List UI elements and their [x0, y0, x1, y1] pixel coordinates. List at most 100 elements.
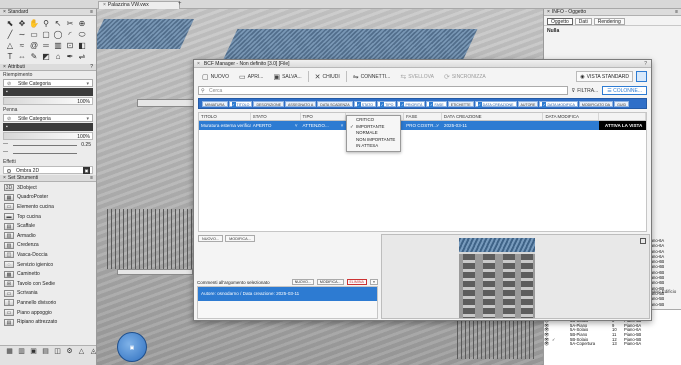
- tab-rendering[interactable]: Rendering: [593, 18, 625, 25]
- col-header-status[interactable]: STATO: [251, 113, 301, 120]
- circle-tool-icon[interactable]: ◯: [52, 29, 64, 40]
- set-tool-item[interactable]: ▤ Scaffale: [2, 221, 94, 231]
- toolbar-button-connetti[interactable]: ⇋ CONNETTI...: [349, 71, 395, 82]
- col-header-phase[interactable]: FASE: [404, 113, 442, 120]
- set-tool-item[interactable]: ▥ Armadio: [2, 231, 94, 241]
- toolbar-button-svellova[interactable]: ⇆ SVELLOVA: [396, 71, 438, 82]
- column-toggle[interactable]: DATA CREAZIONE: [474, 100, 517, 107]
- text-tool-icon[interactable]: T: [4, 51, 16, 62]
- cell-title[interactable]: Muratura esterna verifica: [199, 121, 251, 130]
- set-tool-item[interactable]: ◌ Servizio igienico: [2, 260, 94, 270]
- toolbar-button-nuovo[interactable]: ▢ NUOVO: [198, 71, 233, 82]
- zoom-tool-icon[interactable]: ⚲: [40, 18, 52, 29]
- toolbar-button-chiudi[interactable]: ✕ CHIUDI: [311, 71, 344, 82]
- view-navigation-cube[interactable]: ▣: [117, 332, 147, 362]
- priority-option[interactable]: NON IMPORTANTE: [347, 137, 400, 144]
- mirror-tool-icon[interactable]: ⇌: [76, 51, 88, 62]
- help-icon[interactable]: ?: [90, 64, 93, 71]
- cell-phase[interactable]: PRO COSTR... ˅: [404, 121, 442, 130]
- pen-style-dropdown[interactable]: ⊘ Stile Categoria ▾: [3, 114, 93, 122]
- tool-set-icon[interactable]: ▥: [16, 347, 27, 364]
- offset-tool-icon[interactable]: ⊡: [64, 40, 76, 51]
- rectangle-tool-icon[interactable]: ▭: [28, 29, 40, 40]
- column-toggle[interactable]: DESCRIZIONE: [253, 100, 284, 107]
- edit-topic-button[interactable]: MODIFICA...: [225, 235, 255, 242]
- set-tool-item[interactable]: ▯ Pannello divisorio: [2, 298, 94, 308]
- tool-set-icon[interactable]: ⚙: [64, 347, 75, 364]
- delete-comment-button[interactable]: ELIMINA: [346, 279, 367, 285]
- cell-status[interactable]: APERTO ˅: [251, 121, 301, 130]
- close-icon[interactable]: ×: [3, 9, 6, 15]
- palette-menu-icon[interactable]: ≡: [90, 175, 93, 182]
- set-tool-item[interactable]: ▬ Top cucina: [2, 212, 94, 222]
- palette-menu-icon[interactable]: ≡: [90, 9, 93, 16]
- set-tool-item[interactable]: ▭ Scrivania: [2, 289, 94, 299]
- set-tool-item[interactable]: ▤ Ripiano attrezzato: [2, 317, 94, 327]
- shadow-settings-icon[interactable]: ▣: [83, 167, 90, 174]
- column-toggle[interactable]: MODIFICATO DA: [578, 100, 614, 107]
- tab-data[interactable]: Dati: [574, 18, 592, 25]
- column-toggle[interactable]: TIPO: [377, 100, 397, 107]
- move-tool-icon[interactable]: ✥: [16, 18, 28, 29]
- visibility-eye-icon[interactable]: 👁: [544, 342, 552, 347]
- edit-comment-button[interactable]: MODIFICA...: [316, 279, 344, 285]
- symbol-tool-icon[interactable]: ⌂: [52, 51, 64, 62]
- expand-icon[interactable]: [640, 238, 646, 244]
- tool-set-icon[interactable]: ▦: [4, 347, 15, 364]
- add-tab-button[interactable]: +: [178, 1, 182, 8]
- column-toggle[interactable]: FASE: [426, 100, 447, 107]
- polygon-tool-icon[interactable]: △: [4, 40, 16, 51]
- line-type-slider[interactable]: —: [3, 149, 93, 156]
- double-line-tool-icon[interactable]: ═: [40, 40, 52, 51]
- arc-tool-icon[interactable]: ◜: [64, 29, 76, 40]
- pen-opacity-bar[interactable]: 100%: [3, 132, 93, 140]
- set-tool-item[interactable]: ▭ Piano appoggio: [2, 308, 94, 318]
- set-tool-item[interactable]: ▩ Caminetto: [2, 269, 94, 279]
- shadow-2d-option[interactable]: Ombra 2D ▣: [3, 166, 93, 174]
- fill-color-bar[interactable]: ▪: [3, 88, 93, 96]
- pencil-tool-icon[interactable]: ✎: [28, 51, 40, 62]
- set-tool-item[interactable]: ▭ Elemento cucina: [2, 202, 94, 212]
- round-rect-tool-icon[interactable]: ▢: [40, 29, 52, 40]
- column-toggle[interactable]: DATA SCADENZA: [317, 100, 353, 107]
- polyline-tool-icon[interactable]: ∼: [16, 29, 28, 40]
- view-layout-button[interactable]: [636, 71, 647, 82]
- col-header-title[interactable]: TITOLO: [199, 113, 251, 120]
- stamp-tool-icon[interactable]: ◧: [76, 40, 88, 51]
- flyover-tool-icon[interactable]: ↖: [52, 18, 64, 29]
- tool-set-icon[interactable]: ◫: [52, 347, 63, 364]
- priority-option[interactable]: IMPORTANTE: [347, 124, 400, 131]
- toolbar-button-apri[interactable]: ▭ APRI...: [235, 71, 267, 82]
- column-toggle[interactable]: PRIORITÀ: [397, 100, 426, 107]
- layer-row[interactable]: 👁 5A-Copertura 13 Piano-5A: [544, 342, 681, 347]
- set-tool-item[interactable]: ◫ Vasca-Doccia: [2, 250, 94, 260]
- priority-option[interactable]: NORMALE: [347, 130, 400, 137]
- tab-object[interactable]: Oggetto: [547, 18, 573, 25]
- shadow-radio[interactable]: [7, 169, 11, 173]
- freehand-tool-icon[interactable]: ≈: [16, 40, 28, 51]
- spiral-tool-icon[interactable]: @: [28, 40, 40, 51]
- comment-options-icon[interactable]: ≡: [369, 279, 378, 285]
- column-toggle[interactable]: GUID: [614, 100, 630, 107]
- eyedropper-tool-icon[interactable]: ✒: [64, 51, 76, 62]
- selection-tool-icon[interactable]: ⬉: [4, 18, 16, 29]
- columns-button[interactable]: ☰ COLONNE...: [602, 86, 647, 95]
- cell-type[interactable]: ATTENZIO... ˅: [301, 121, 347, 130]
- set-tool-item[interactable]: ⊞ Tavolo con Sedie: [2, 279, 94, 289]
- new-comment-button[interactable]: NUOVO...: [291, 279, 314, 285]
- pen-color-bar[interactable]: ▪: [3, 123, 93, 131]
- line-tool-icon[interactable]: ╱: [4, 29, 16, 40]
- close-icon[interactable]: ×: [3, 64, 6, 70]
- wall-tool-icon[interactable]: ▥: [52, 40, 64, 51]
- column-toggle[interactable]: ASSEGNATO A: [285, 100, 317, 107]
- fill-style-dropdown[interactable]: ⊘ Stile Categoria ▾: [3, 79, 93, 87]
- ellipse-tool-icon[interactable]: ⬭: [76, 29, 88, 40]
- col-header-type[interactable]: TIPO: [301, 113, 347, 120]
- col-header-modified[interactable]: DATA MODIFICA: [543, 113, 600, 120]
- toolbar-button-sincronizza[interactable]: ⟳ SINCRONIZZA: [440, 71, 490, 82]
- cut-tool-icon[interactable]: ✂: [64, 18, 76, 29]
- pan-tool-icon[interactable]: ✋: [28, 18, 40, 29]
- activate-view-button[interactable]: ATTIVA LA VISTA: [599, 121, 646, 130]
- tool-set-icon[interactable]: ▤: [40, 347, 51, 364]
- column-toggle[interactable]: AUTORE: [517, 100, 539, 107]
